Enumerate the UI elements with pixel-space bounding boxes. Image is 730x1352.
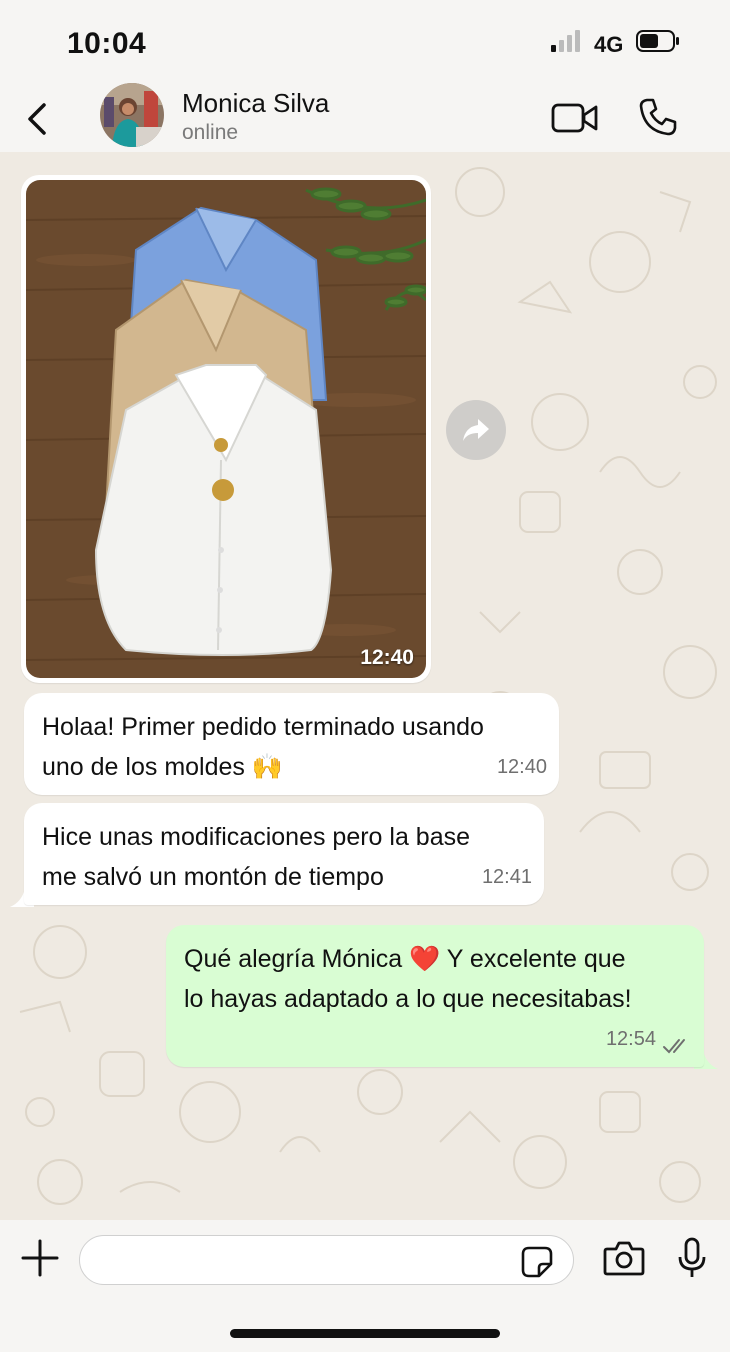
forward-button[interactable] — [446, 400, 506, 460]
avatar[interactable] — [100, 83, 164, 147]
contact-name[interactable]: Monica Silva — [182, 88, 329, 119]
sticker-icon[interactable] — [521, 1246, 553, 1278]
vests-photo — [26, 180, 426, 678]
network-label: 4G — [594, 32, 624, 57]
battery-icon — [636, 30, 679, 52]
plus-icon[interactable] — [21, 1239, 59, 1277]
forward-icon — [463, 419, 489, 441]
message-text: Hice unas modificaciones pero la base me… — [42, 823, 471, 891]
message-time: 12:54 — [605, 1028, 656, 1050]
home-indicator — [230, 1329, 500, 1338]
image-preview[interactable]: 12:40 — [26, 180, 426, 678]
incoming-message[interactable]: Holaa! Primer pedido terminado usando un… — [24, 693, 559, 795]
status-bar: 10:04 4G — [0, 0, 730, 84]
chat-area[interactable]: 12:40 Holaa! Primer pedido terminado usa… — [0, 152, 730, 1220]
chat-header: Monica Silva online — [0, 83, 730, 152]
back-icon[interactable] — [22, 101, 52, 137]
camera-icon[interactable] — [603, 1240, 645, 1276]
status-time: 10:04 — [67, 27, 147, 60]
incoming-message[interactable]: Hice unas modificaciones pero la base me… — [24, 803, 544, 905]
double-check-icon — [663, 1039, 685, 1054]
signal-icon — [551, 30, 580, 52]
message-input[interactable] — [79, 1235, 574, 1285]
outgoing-message[interactable]: Qué alegría Mónica ❤️ Y excelente que lo… — [166, 925, 704, 1067]
message-time: 12:40 — [360, 646, 414, 669]
image-message[interactable]: 12:40 — [21, 175, 431, 683]
contact-status: online — [182, 121, 239, 144]
avatar-image — [100, 83, 164, 147]
message-text: Holaa! Primer pedido terminado usando un… — [42, 713, 484, 781]
phone-icon[interactable] — [638, 97, 678, 137]
message-time: 12:41 — [481, 866, 532, 888]
video-call-icon[interactable] — [551, 102, 599, 134]
composer-bar — [0, 1220, 730, 1352]
microphone-icon[interactable] — [678, 1237, 706, 1279]
message-text: Qué alegría Mónica ❤️ Y excelente que lo… — [184, 945, 632, 1013]
message-time: 12:40 — [496, 756, 547, 778]
